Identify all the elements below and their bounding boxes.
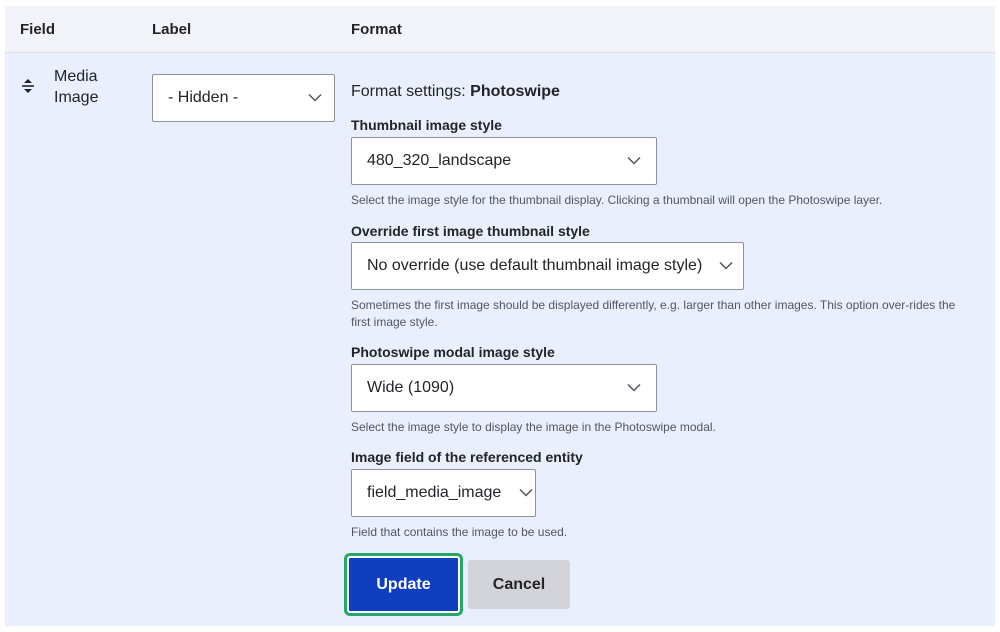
override-style-description: Sometimes the first image should be disp… [351, 298, 956, 329]
format-settings-title: Format settings: Photoswipe [351, 83, 560, 101]
chevron-down-icon [519, 488, 533, 497]
field-name-line1: Media [54, 68, 98, 85]
image-field-description: Field that contains the image to be used… [351, 525, 568, 539]
thumbnail-style-description: Select the image style for the thumbnail… [351, 193, 883, 207]
header-label: Label [152, 21, 192, 38]
modal-style-label: Photoswipe modal image style [351, 344, 555, 360]
image-field-value: field_media_image [367, 484, 502, 501]
chevron-down-icon [627, 383, 641, 392]
override-style-value: No override (use default thumbnail image… [367, 257, 703, 274]
format-title-prefix: Format settings: [351, 83, 471, 100]
image-field-label: Image field of the referenced entity [351, 449, 583, 465]
table-row-media-image: Media Image - Hidden - Format settings: … [5, 53, 995, 626]
modal-style-description: Select the image style to display the im… [351, 420, 716, 434]
format-title-name: Photoswipe [470, 83, 560, 100]
update-button[interactable]: Update [347, 556, 460, 613]
cancel-button[interactable]: Cancel [468, 560, 570, 609]
chevron-down-icon [719, 261, 733, 270]
modal-style-value: Wide (1090) [367, 379, 455, 396]
thumbnail-style-select[interactable]: 480_320_landscape [351, 137, 657, 185]
header-format: Format [351, 21, 402, 38]
table-header: Field Label Format [5, 6, 995, 53]
chevron-down-icon [308, 93, 322, 102]
drag-arrows-icon[interactable] [20, 77, 36, 95]
override-style-select[interactable]: No override (use default thumbnail image… [351, 242, 744, 290]
chevron-down-icon [627, 156, 641, 165]
label-display-value: - Hidden - [168, 89, 239, 106]
label-display-select[interactable]: - Hidden - [152, 74, 335, 122]
image-field-select[interactable]: field_media_image [351, 469, 536, 517]
thumbnail-style-label: Thumbnail image style [351, 117, 502, 133]
field-name: Media Image [54, 66, 124, 108]
field-format-table: Field Label Format Media Image - Hidden … [5, 6, 995, 626]
field-name-line2: Image [54, 89, 99, 106]
modal-style-select[interactable]: Wide (1090) [351, 364, 657, 412]
thumbnail-style-value: 480_320_landscape [367, 152, 512, 169]
override-style-label: Override first image thumbnail style [351, 223, 590, 239]
header-field: Field [20, 21, 56, 38]
